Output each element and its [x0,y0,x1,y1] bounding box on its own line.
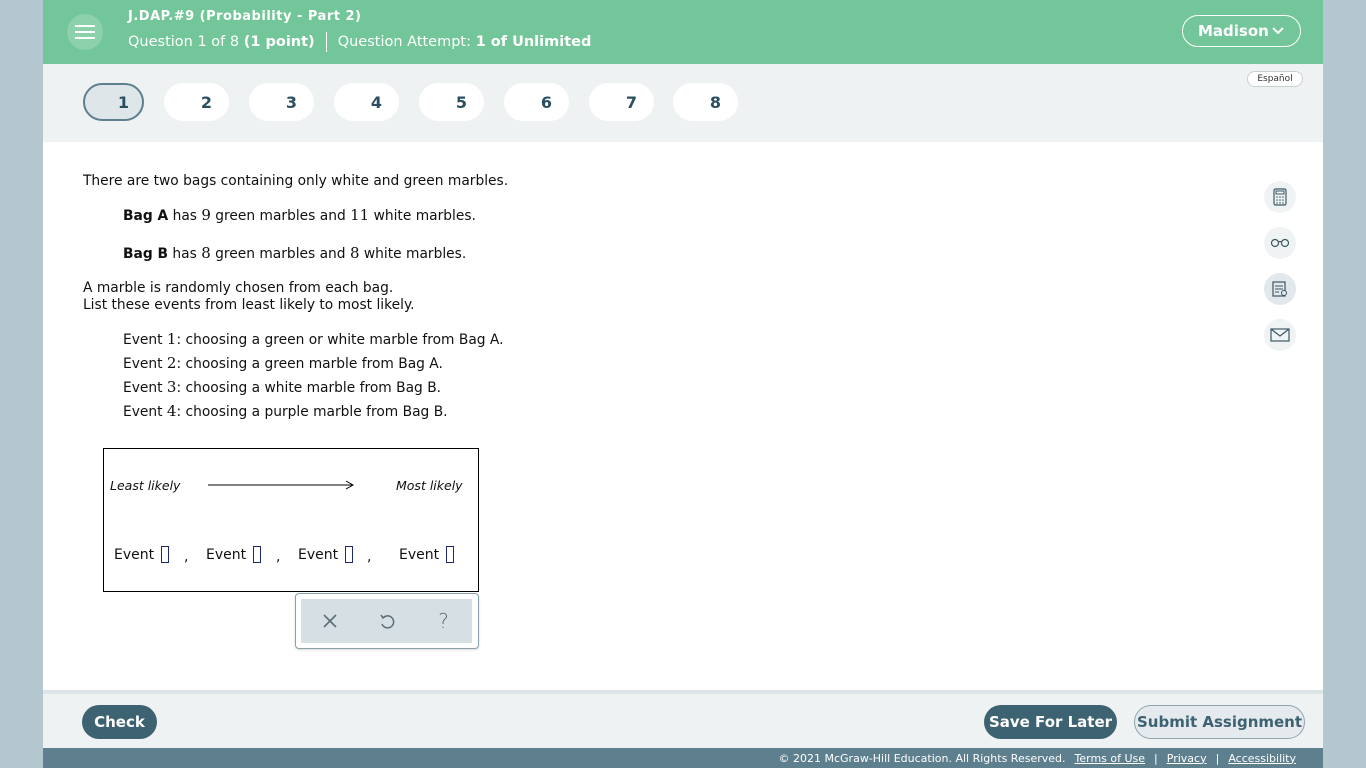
privacy-link[interactable]: Privacy [1167,752,1207,765]
event-item: Event 3: choosing a white marble from Ba… [123,378,441,396]
chevron-down-icon [1272,27,1284,35]
answer-slot-2[interactable] [253,546,262,563]
event-prefix: Event [123,356,167,372]
slot-separator: , [367,549,372,565]
glasses-icon [1270,238,1290,248]
bag-a-white-count: 11 [350,206,370,224]
notes-icon [1272,281,1287,297]
save-for-later-button[interactable]: Save For Later [984,705,1117,739]
instruction-line-1: A marble is randomly chosen from each ba… [83,280,394,296]
footer-bar: Check Save For Later Submit Assignment [43,694,1323,748]
attempt-value: 1 of Unlimited [475,34,592,50]
question-tab-2[interactable]: 2 [164,83,229,121]
check-button[interactable]: Check [82,705,157,739]
question-intro: There are two bags containing only white… [83,173,509,189]
question-points: (1 point) [243,34,315,50]
event-prefix: Event [123,404,167,420]
answer-slot-1[interactable] [161,546,170,563]
event-item: Event 4: choosing a purple marble from B… [123,402,448,420]
menu-button[interactable] [67,14,103,50]
reader-button[interactable] [1264,227,1296,259]
answer-slot-group: Event [298,546,354,563]
slot-label: Event [399,546,440,563]
question-tab-7[interactable]: 7 [589,83,654,121]
instruction-line-2: List these events from least likely to m… [83,297,415,313]
slot-separator: , [276,549,281,565]
bag-b-text: has [168,246,202,262]
bag-a-text: has [168,208,202,224]
bag-b-line: Bag B has 8 green marbles and 8 white ma… [123,244,466,262]
language-toggle[interactable]: Español [1247,71,1303,87]
app-window: J.DAP.#9 (Probability - Part 2) Question… [43,0,1323,768]
event-text: : choosing a white marble from Bag B. [176,380,442,396]
bag-a-green-count: 9 [201,206,211,224]
question-tab-6[interactable]: 6 [504,83,569,121]
event-text: : choosing a green or white marble from … [176,332,504,348]
slot-label: Event [298,546,339,563]
bag-b-name: Bag B [123,246,169,262]
question-tab-8[interactable]: 8 [673,83,738,121]
arrow-right-icon [208,480,355,490]
submit-assignment-button[interactable]: Submit Assignment [1134,705,1305,739]
undo-button[interactable] [372,606,402,636]
bag-b-text-mid: green marbles and [210,246,350,262]
terms-link[interactable]: Terms of Use [1075,752,1146,765]
event-item: Event 2: choosing a green marble from Ba… [123,354,443,372]
slot-separator: , [184,549,189,565]
answer-toolbar: ? [295,593,479,649]
legal-bar: © 2021 McGraw-Hill Education. All Rights… [43,748,1323,768]
question-info: Question 1 of 8 (1 point) Question Attem… [128,32,591,52]
answer-toolbar-inner: ? [301,599,472,643]
calculator-button[interactable] [1264,181,1296,213]
header-divider [325,32,327,52]
event-text: : choosing a green marble from Bag A. [176,356,443,372]
bag-a-text-mid: green marbles and [210,208,351,224]
message-button[interactable] [1264,319,1296,351]
answer-box: Least likely Most likely Event , Event ,… [103,448,479,592]
accessibility-link[interactable]: Accessibility [1228,752,1296,765]
question-navigation: 1 2 3 4 5 6 7 8 Español [43,64,1323,142]
copyright-text: © 2021 McGraw-Hill Education. All Rights… [778,751,1066,765]
bag-b-text-end: white marbles. [359,246,467,262]
event-prefix: Event [123,380,167,396]
answer-slot-group: Event [399,546,455,563]
event-item: Event 1: choosing a green or white marbl… [123,330,504,348]
notes-button[interactable] [1264,273,1296,305]
least-likely-label: Least likely [110,478,181,493]
question-tab-3[interactable]: 3 [249,83,314,121]
user-name: Madison [1198,22,1269,40]
bag-a-name: Bag A [123,208,169,224]
bag-a-line: Bag A has 9 green marbles and 11 white m… [123,206,476,224]
help-icon: ? [438,609,449,633]
question-tab-5[interactable]: 5 [419,83,484,121]
event-text: : choosing a purple marble from Bag B. [176,404,448,420]
help-button[interactable]: ? [429,606,459,636]
clear-button[interactable] [315,606,345,636]
slot-label: Event [114,546,155,563]
answer-slot-3[interactable] [345,546,354,563]
answer-slot-4[interactable] [446,546,455,563]
answer-slot-group: Event [114,546,170,563]
question-tab-1[interactable]: 1 [83,83,144,121]
answer-slot-group: Event [206,546,262,563]
hamburger-icon [75,25,95,39]
mail-icon [1270,328,1290,342]
most-likely-label: Most likely [396,478,463,493]
close-icon [322,614,337,628]
bag-b-green-count: 8 [201,244,211,262]
question-counter: Question 1 of 8 [128,34,240,50]
link-separator: | [1215,751,1220,765]
question-content: There are two bags containing only white… [43,142,1323,692]
event-prefix: Event [123,332,167,348]
assignment-title: J.DAP.#9 (Probability - Part 2) [128,9,362,24]
header-bar: J.DAP.#9 (Probability - Part 2) Question… [43,0,1323,64]
bag-a-text-end: white marbles. [369,208,476,224]
undo-icon [379,614,394,629]
calculator-icon [1273,188,1287,206]
attempt-label: Question Attempt: [337,34,472,50]
link-separator: | [1154,751,1158,765]
user-menu-button[interactable]: Madison [1182,15,1301,47]
slot-label: Event [206,546,247,563]
question-tab-4[interactable]: 4 [334,83,399,121]
